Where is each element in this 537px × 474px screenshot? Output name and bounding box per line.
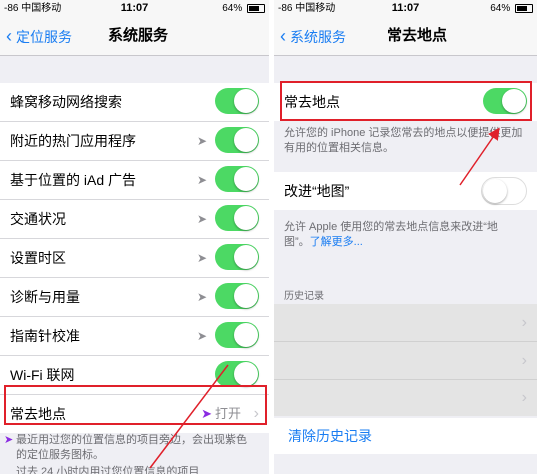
annotation-arrow: [459, 127, 500, 186]
left-screen: -86 中国移动 11:07 64% ‹ 定位服务 系统服务 蜂窝移动网络搜索 附…: [0, 0, 269, 474]
annotation-arrow: [149, 364, 229, 469]
right-screen: -86 中国移动 11:07 64% ‹ 系统服务 常去地点 常去地点 允许您的 …: [274, 0, 537, 474]
